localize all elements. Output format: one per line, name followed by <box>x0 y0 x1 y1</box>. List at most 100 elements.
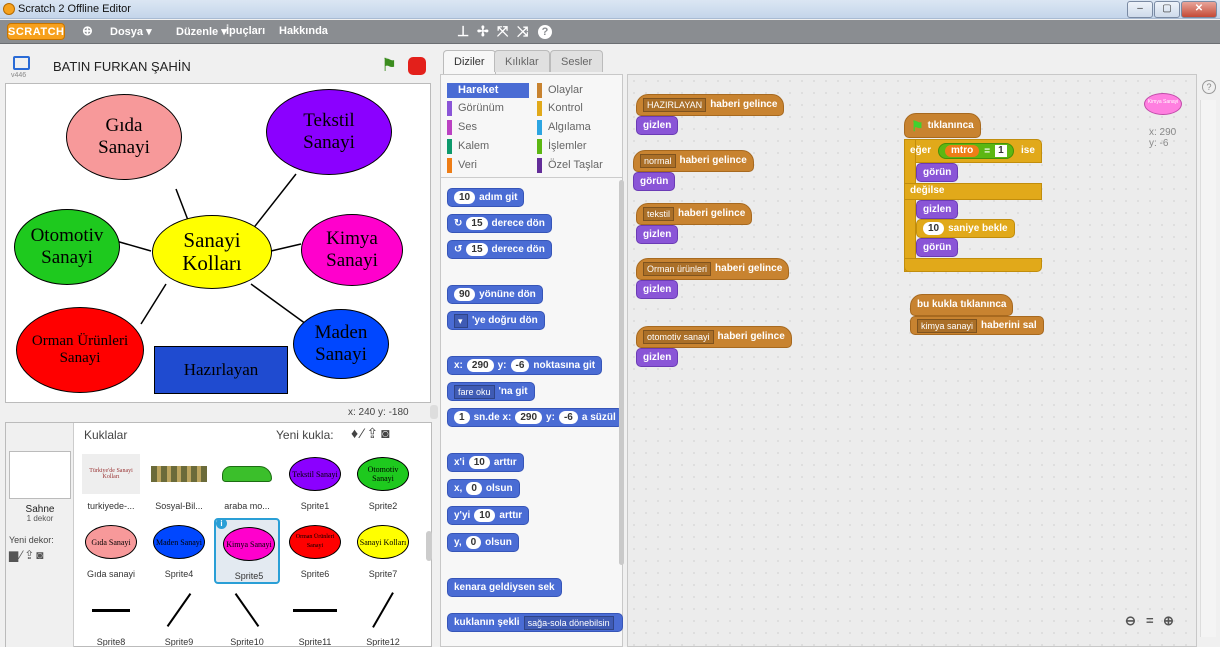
message-dropdown[interactable]: tekstil <box>643 207 675 221</box>
tab-costumes[interactable]: Kılıklar <box>494 50 550 72</box>
scratch-logo[interactable]: SCRATCH <box>7 23 65 40</box>
block-goto-mouse[interactable]: fare oku'na git <box>447 382 535 401</box>
help-tips-icon[interactable]: ? <box>1202 80 1216 94</box>
close-button[interactable]: ✕ <box>1181 1 1217 18</box>
category-sensing[interactable]: Algılama <box>537 120 619 135</box>
script-area[interactable]: HAZIRLAYAN haberi gelince gizlen normal ha… <box>627 74 1197 647</box>
block-input[interactable]: 0 <box>465 536 482 549</box>
node-otomotiv[interactable]: Otomotiv Sanayi <box>14 209 120 285</box>
sprite-thumb[interactable]: Sprite8 <box>78 586 144 646</box>
variable-reporter[interactable]: mtro <box>945 145 980 157</box>
sprite-thumb[interactable]: Gıda Sanayi Gıda sanayi <box>78 518 144 584</box>
block-input[interactable]: 1 <box>995 145 1007 157</box>
category-control[interactable]: Kontrol <box>537 101 619 116</box>
shrink-icon[interactable]: ⤨ <box>517 23 528 40</box>
block-input[interactable]: 10 <box>474 509 496 522</box>
zoom-in-icon[interactable]: ⊕ <box>1163 613 1174 629</box>
block-show[interactable]: görün <box>916 238 959 257</box>
hazirlayan-button[interactable]: Hazırlayan <box>154 346 288 394</box>
node-tekstil[interactable]: Tekstil Sanayi <box>266 89 392 175</box>
block-turn-left[interactable]: ↺ 15 derece dön <box>447 240 552 259</box>
node-gida[interactable]: Gıda Sanayi <box>66 94 182 180</box>
green-flag-icon[interactable]: ⚑ <box>381 55 397 76</box>
block-set-x[interactable]: x, 0 olsun <box>447 479 520 498</box>
block-when-receive[interactable]: Orman ürünleri haberi gelince <box>636 258 790 280</box>
block-input[interactable]: 90 <box>454 288 476 301</box>
block-wait[interactable]: 10 saniye bekle <box>916 219 1015 238</box>
category-more-blocks[interactable]: Özel Taşlar <box>537 158 619 173</box>
block-when-receive[interactable]: HAZIRLAYAN haberi gelince <box>636 94 785 116</box>
stage-collapse-handle[interactable] <box>430 405 438 419</box>
menu-edit[interactable]: Düzenle ▾ <box>176 25 227 38</box>
new-sprite-tools-icon[interactable]: ♦⁄⇪◙ <box>351 425 393 442</box>
maximize-button[interactable]: ▢ <box>1154 1 1180 18</box>
grow-icon[interactable]: ⤧ <box>497 23 508 40</box>
block-point-direction[interactable]: 90 yönüne dön <box>447 285 543 304</box>
message-dropdown[interactable]: otomotiv sanayi <box>643 330 714 344</box>
sprite-thumb[interactable]: Tekstil Sanayi Sprite1 <box>282 450 348 516</box>
block-hide[interactable]: gizlen <box>636 348 679 367</box>
sprite-thumb[interactable]: Sprite9 <box>146 586 212 646</box>
message-dropdown[interactable]: Orman ürünleri <box>643 262 712 276</box>
node-kimya[interactable]: Kimya Sanayi <box>301 214 403 286</box>
block-input[interactable]: 15 <box>466 243 488 256</box>
block-input[interactable]: 290 <box>515 411 543 424</box>
block-glide[interactable]: 1 sn.de x: 290 y: -6 a süzül <box>447 408 623 427</box>
category-data[interactable]: Veri <box>447 158 529 173</box>
category-operators[interactable]: İşlemler <box>537 139 619 154</box>
minimize-button[interactable]: ‒ <box>1127 1 1153 18</box>
globe-icon[interactable]: ⊕ <box>82 23 93 39</box>
block-change-y[interactable]: y'yi 10 arttır <box>447 506 530 525</box>
zoom-reset-icon[interactable]: = <box>1146 613 1154 628</box>
category-pen[interactable]: Kalem <box>447 139 529 154</box>
sprite-thumb[interactable]: Türkiye'de Sanayi Kolları turkiyede-... <box>78 450 144 516</box>
sprite-thumb[interactable]: Orman Ürünleri Sanayi Sprite6 <box>282 518 348 584</box>
menu-about[interactable]: Hakkında <box>279 25 328 37</box>
stage[interactable]: Gıda Sanayi Tekstil Sanayi Otomotiv Sana… <box>5 83 431 403</box>
block-when-flag-clicked[interactable]: ⚑ tıklanınca <box>904 113 981 138</box>
category-sound[interactable]: Ses <box>447 120 529 135</box>
sprite-thumb[interactable]: Otomotiv Sanayi Sprite2 <box>350 450 416 516</box>
block-input[interactable]: 15 <box>466 217 488 230</box>
block-hide[interactable]: gizlen <box>636 225 679 244</box>
tab-scripts[interactable]: Diziler <box>443 50 496 74</box>
tips-sidebar[interactable] <box>1200 100 1216 637</box>
block-rotation-style[interactable]: kuklanın şekli sağa-sola dönebilsin <box>447 613 623 632</box>
menu-tips[interactable]: İpuçları <box>226 25 265 37</box>
stop-icon[interactable] <box>408 57 426 75</box>
duplicate-stamp-icon[interactable]: ⊥ <box>457 23 469 40</box>
block-move[interactable]: 10 adım git <box>447 188 525 207</box>
block-input[interactable]: 1 <box>454 411 470 424</box>
category-looks[interactable]: Görünüm <box>447 101 529 116</box>
block-bounce[interactable]: kenara geldiysen sek <box>447 578 562 597</box>
block-input[interactable]: -6 <box>510 359 530 372</box>
block-when-receive[interactable]: tekstil haberi gelince <box>636 203 753 225</box>
sprite-thumb[interactable]: araba mo... <box>214 450 280 516</box>
block-turn-right[interactable]: ↻ 15 derece dön <box>447 214 552 233</box>
message-dropdown[interactable]: kimya sanayi <box>917 318 978 333</box>
sprite-thumb[interactable]: Sprite12 <box>350 586 416 646</box>
block-input[interactable]: 10 <box>454 191 476 204</box>
zoom-out-icon[interactable]: ⊖ <box>1125 613 1136 629</box>
menu-file[interactable]: Dosya ▾ <box>110 25 152 38</box>
block-hide[interactable]: gizlen <box>636 116 679 135</box>
block-input[interactable]: 10 <box>923 222 945 235</box>
block-when-receive[interactable]: otomotiv sanayi haberi gelince <box>636 326 792 348</box>
node-maden[interactable]: Maden Sanayi <box>293 309 389 379</box>
block-when-sprite-clicked[interactable]: bu kukla tıklanınca <box>910 294 1014 316</box>
sprite-thumb-selected[interactable]: i Kimya Sanayi Sprite5 <box>214 518 280 584</box>
sprite-thumb[interactable]: Sprite10 <box>214 586 280 646</box>
category-events[interactable]: Olaylar <box>537 83 619 98</box>
sprite-thumb[interactable]: Sanayi Kolları Sprite7 <box>350 518 416 584</box>
block-show[interactable]: görün <box>916 163 959 182</box>
block-set-y[interactable]: y, 0 olsun <box>447 533 519 552</box>
sprite-thumb[interactable]: Sprite11 <box>282 586 348 646</box>
block-hide[interactable]: gizlen <box>916 200 959 219</box>
message-dropdown[interactable]: HAZIRLAYAN <box>643 98 707 112</box>
palette-scrollbar[interactable] <box>619 180 624 565</box>
block-dropdown[interactable]: fare oku <box>454 384 495 399</box>
cut-icon[interactable]: ✢ <box>477 23 489 40</box>
block-dropdown[interactable]: ▾ <box>454 313 468 328</box>
sprite-thumb[interactable]: Sosyal-Bil... <box>146 450 212 516</box>
node-orman[interactable]: Orman Ürünleri Sanayi <box>16 307 144 393</box>
